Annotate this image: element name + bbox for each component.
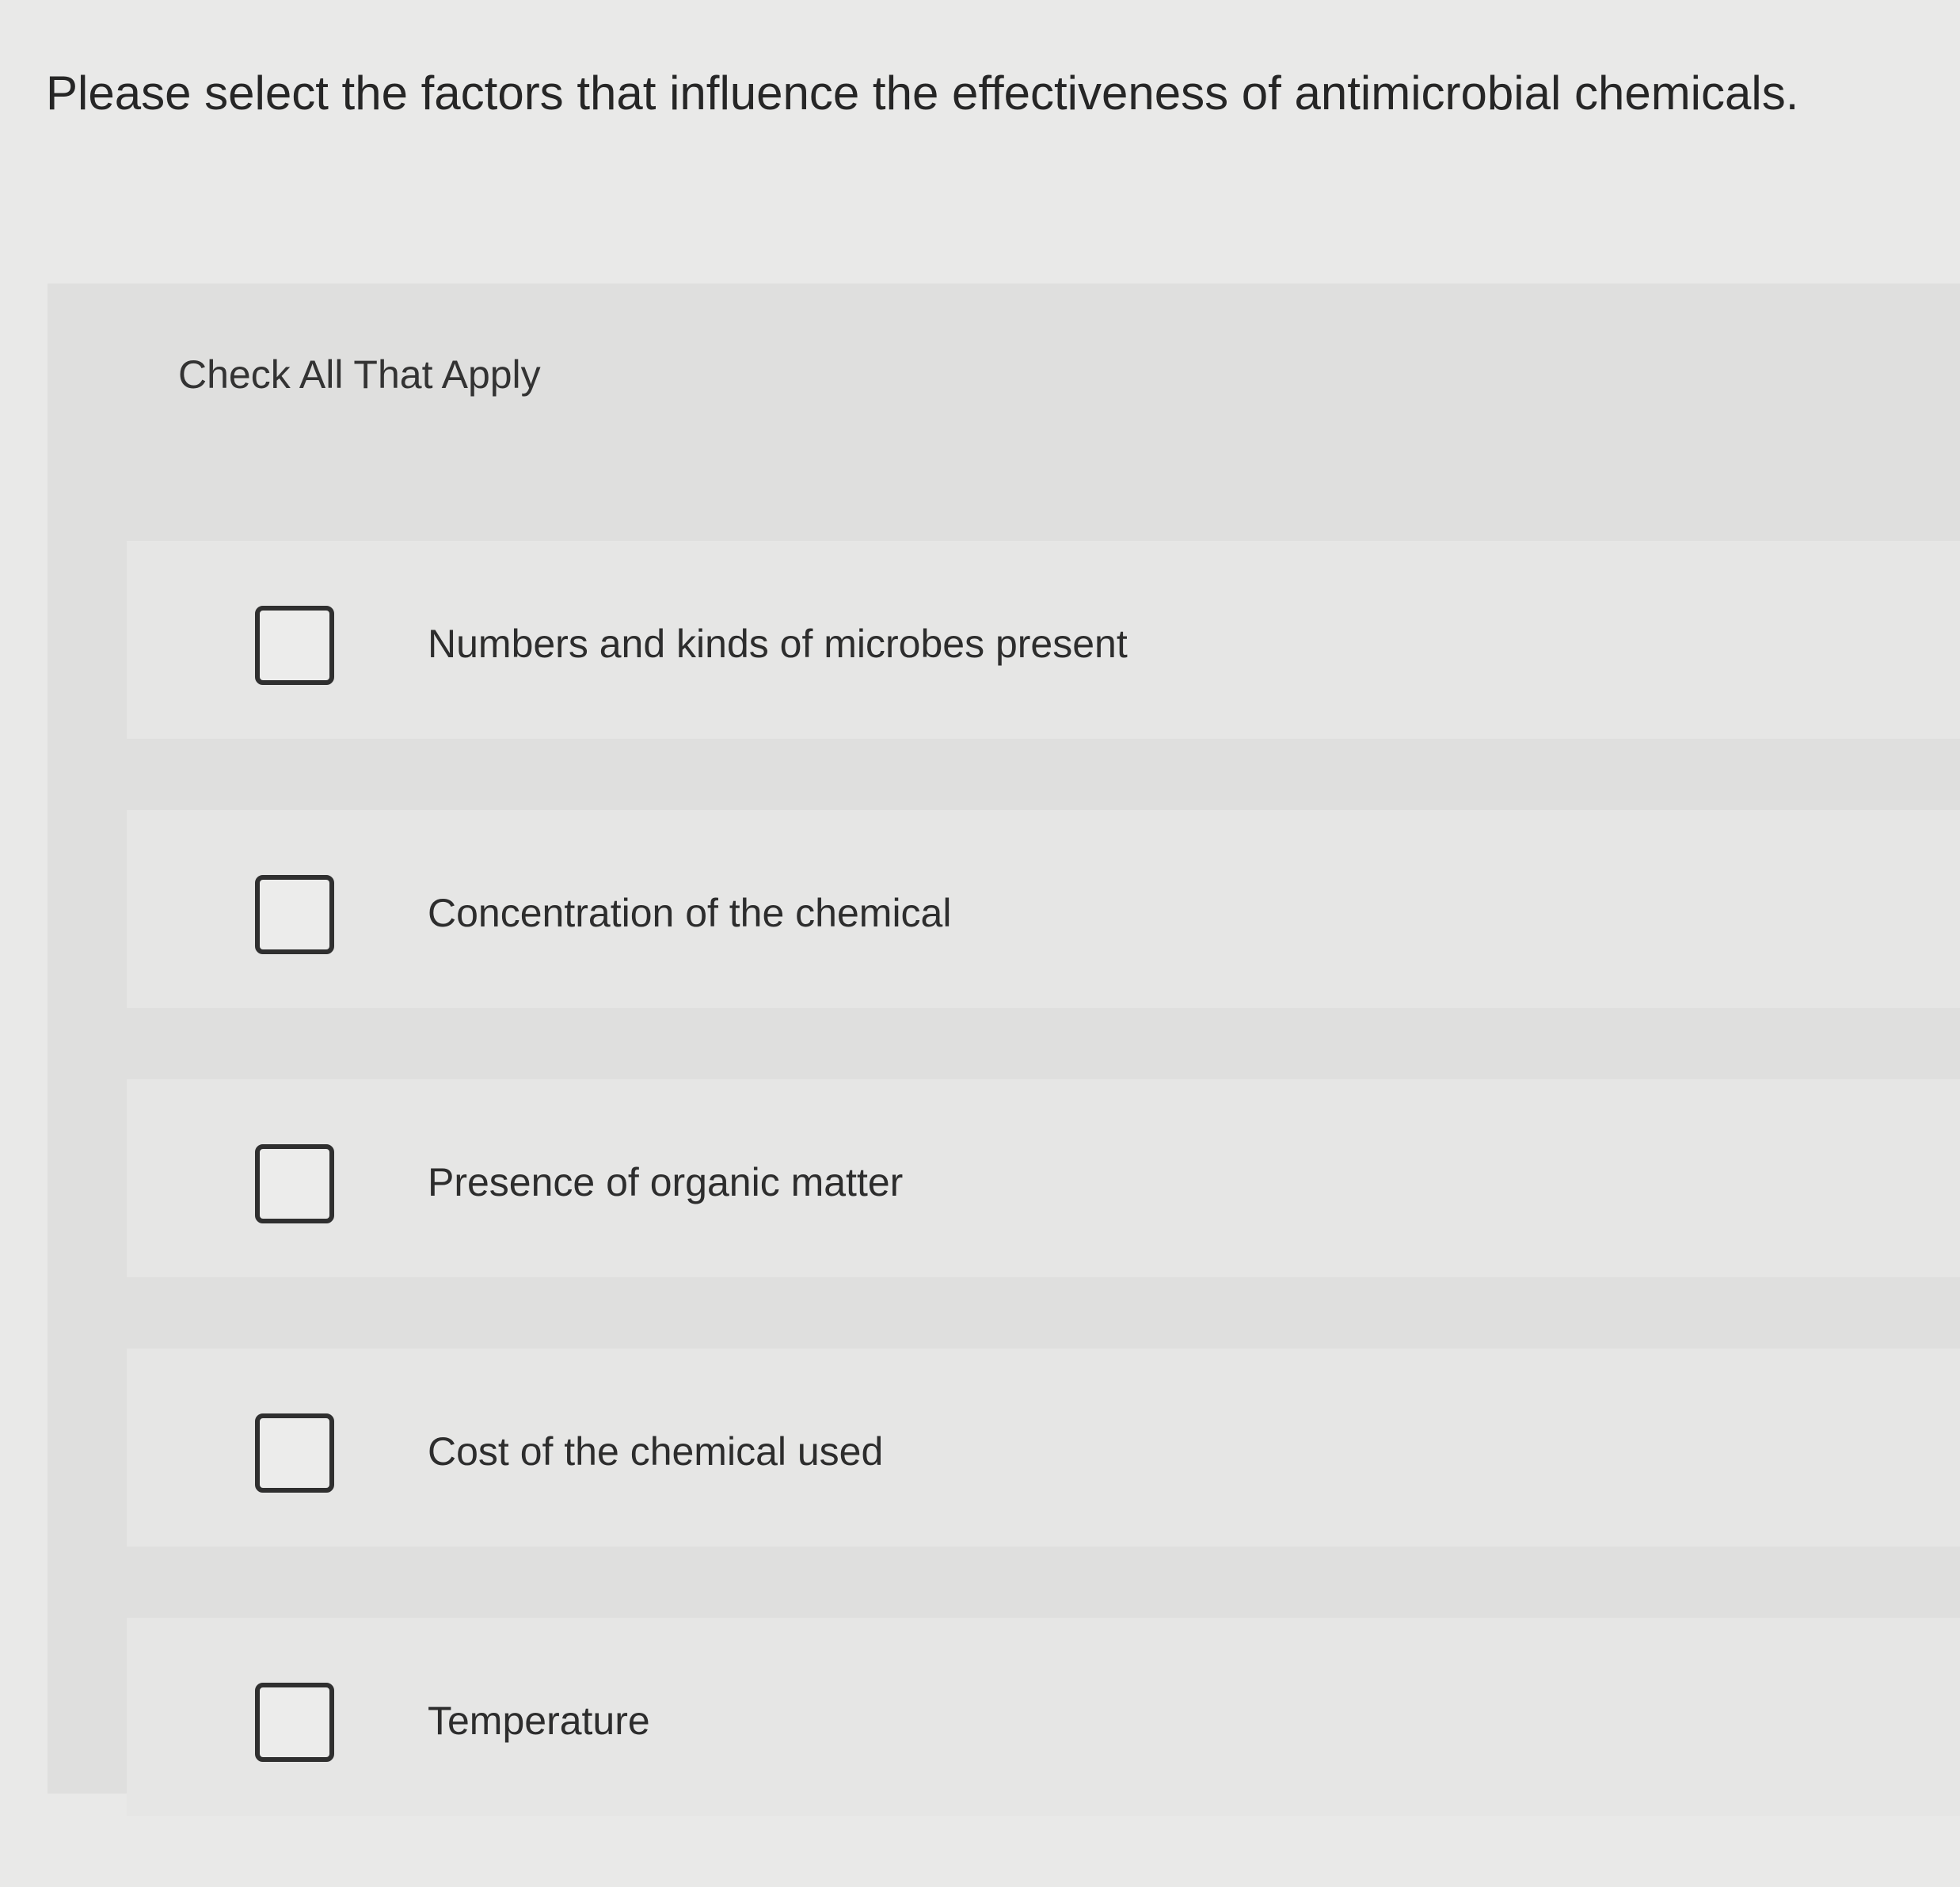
answer-panel: Check All That Apply Numbers and kinds o… [48,283,1960,1816]
question-prompt: Please select the factors that influence… [46,67,1799,120]
checkbox-organic-matter[interactable] [255,1144,334,1223]
option-label-temperature: Temperature [428,1699,650,1743]
answer-option-organic-matter[interactable]: Presence of organic matter [127,1079,1960,1277]
answer-option-concentration[interactable]: Concentration of the chemical [127,810,1960,1008]
option-label-numbers-and-kinds: Numbers and kinds of microbes present [428,622,1128,666]
answer-option-cost[interactable]: Cost of the chemical used [127,1349,1960,1547]
answer-option-numbers-and-kinds[interactable]: Numbers and kinds of microbes present [127,541,1960,739]
checkbox-concentration[interactable] [255,875,334,954]
check-all-instruction: Check All That Apply [178,352,541,397]
answer-option-temperature[interactable]: Temperature [127,1618,1960,1816]
checkbox-temperature[interactable] [255,1683,334,1762]
option-label-organic-matter: Presence of organic matter [428,1160,904,1204]
answer-options-list: Numbers and kinds of microbes present Co… [127,541,1960,1887]
checkbox-numbers-and-kinds[interactable] [255,606,334,685]
option-label-cost: Cost of the chemical used [428,1429,884,1474]
option-label-concentration: Concentration of the chemical [428,891,952,935]
checkbox-cost[interactable] [255,1413,334,1493]
